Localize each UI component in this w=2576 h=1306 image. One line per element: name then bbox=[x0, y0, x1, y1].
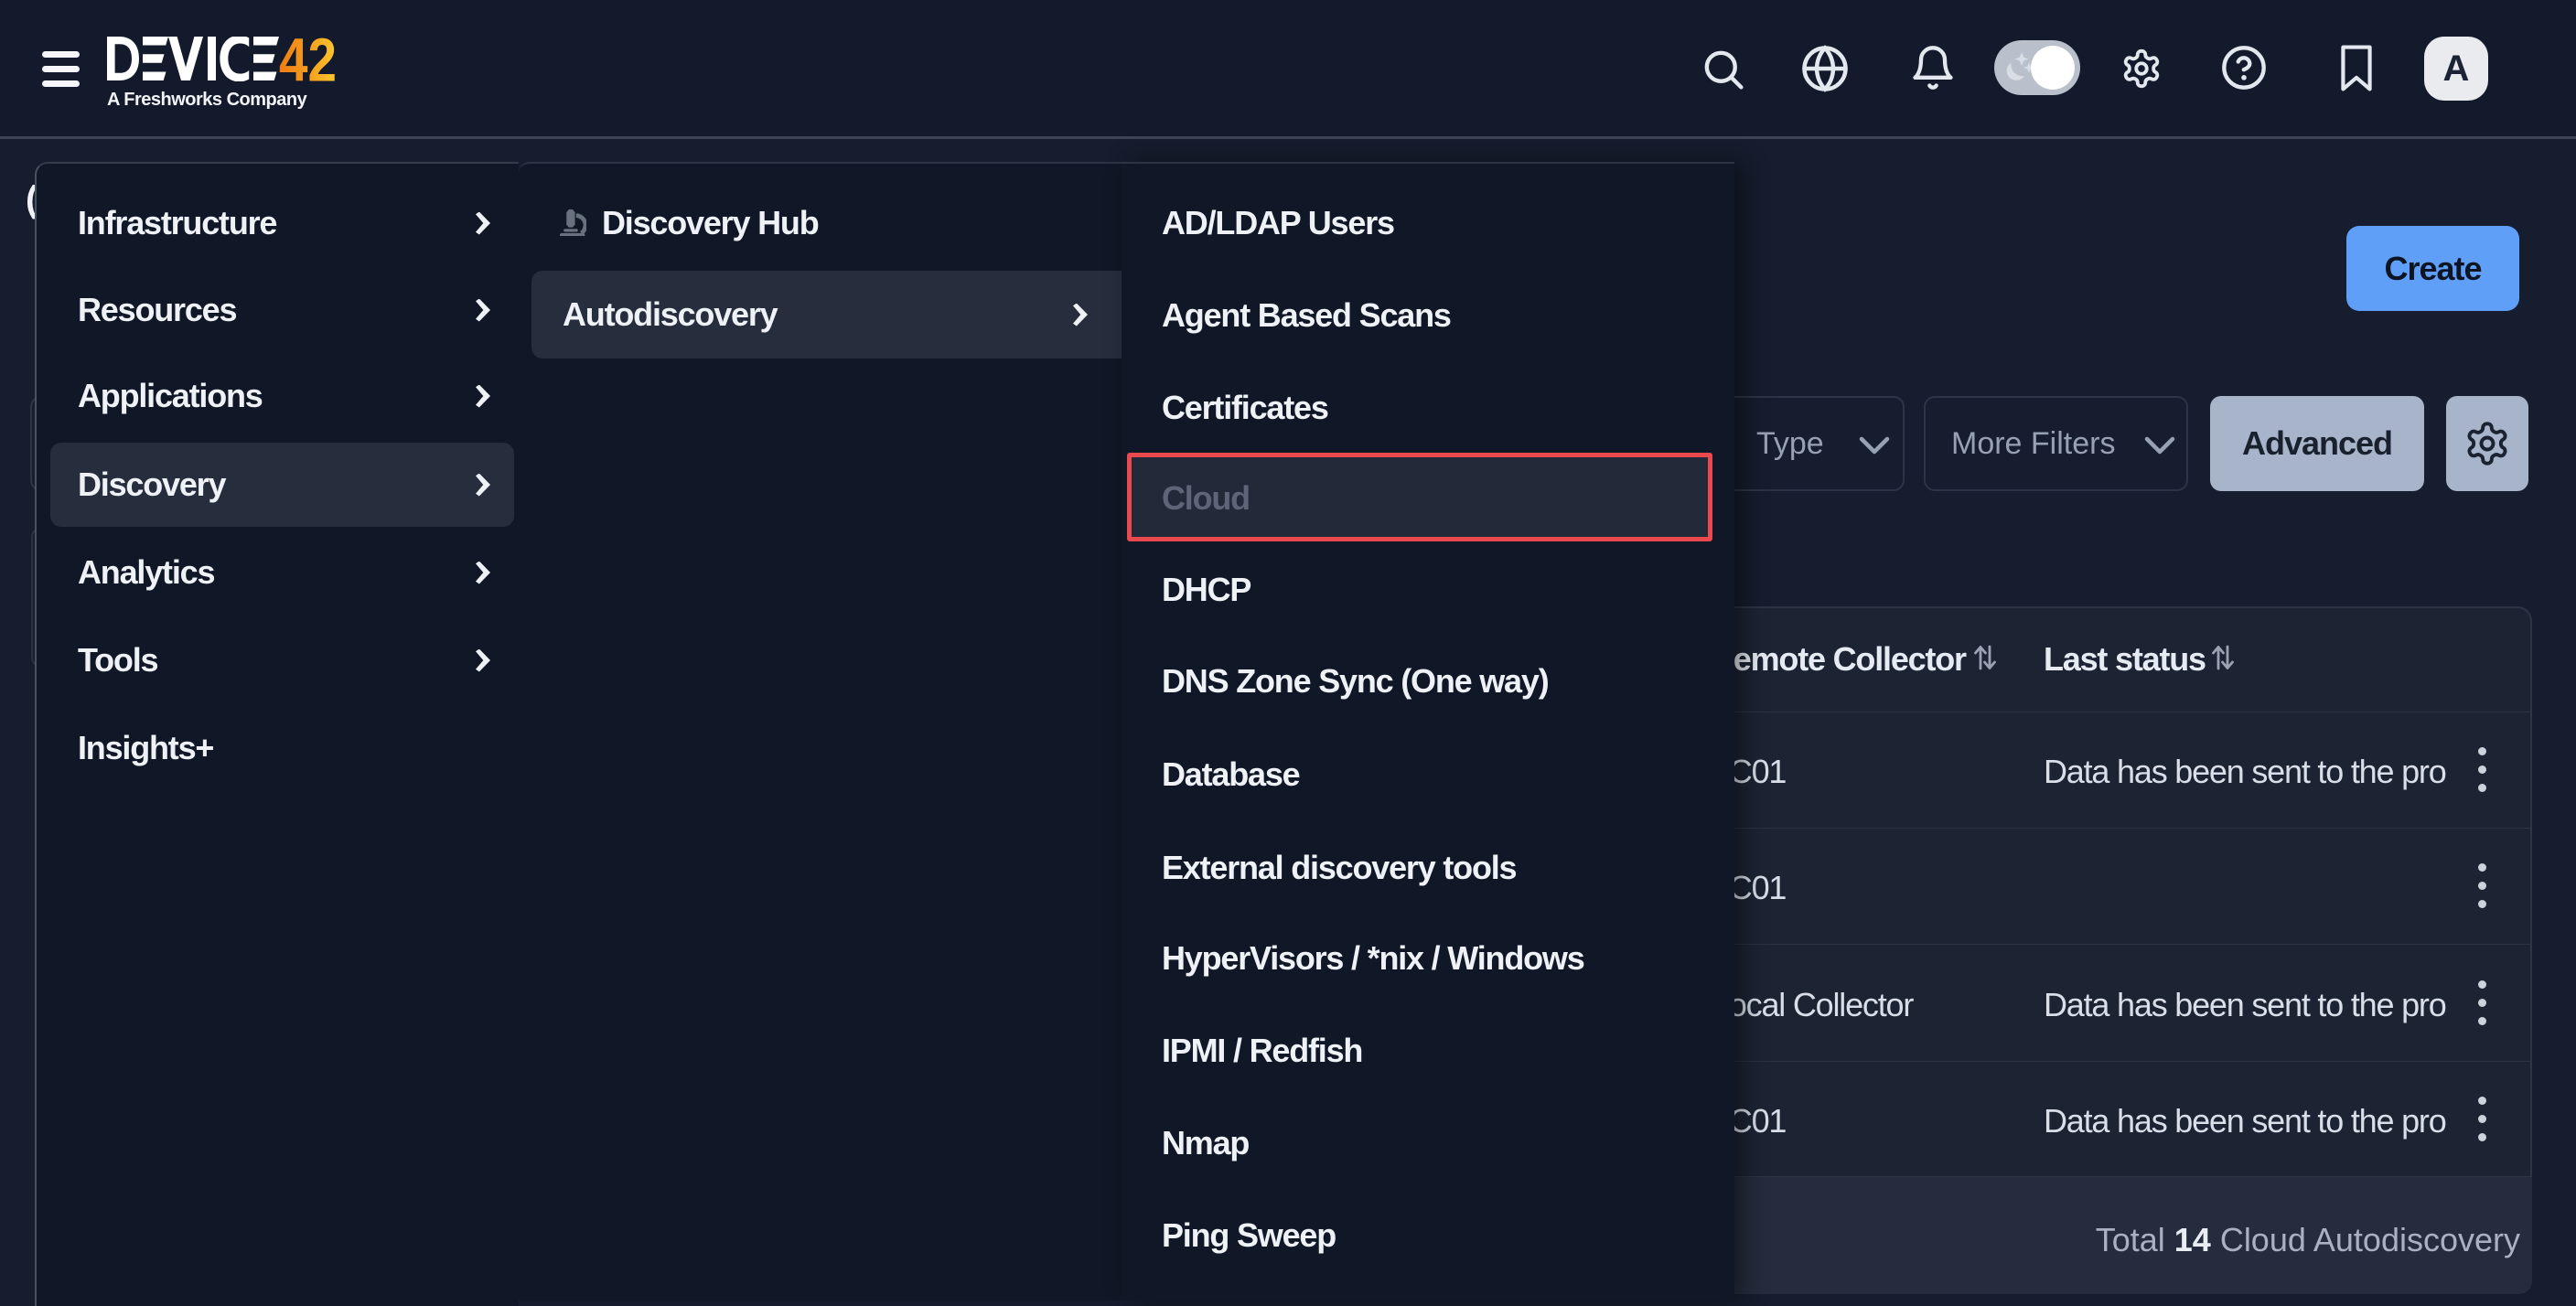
svg-text:42: 42 bbox=[279, 37, 337, 81]
